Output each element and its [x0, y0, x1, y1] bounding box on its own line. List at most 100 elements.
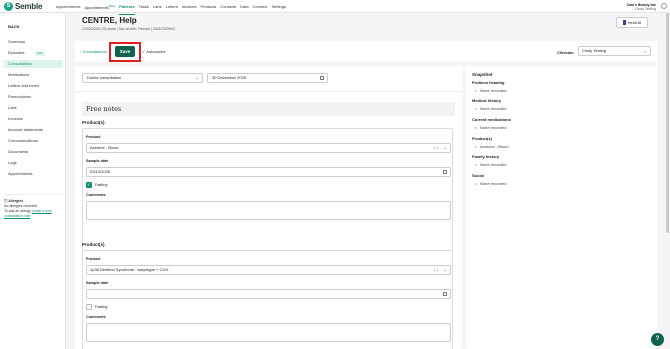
consultation-type-value: Doctor consultation	[87, 75, 122, 80]
sidebar-item-summary[interactable]: Summary	[4, 38, 63, 46]
sidebar-item-communications[interactable]: Communications	[4, 137, 63, 145]
nav-appointments[interactable]: Appointments	[56, 4, 80, 10]
snapshot-heading: Social	[472, 173, 484, 178]
fasting-checkbox-2[interactable]	[86, 304, 92, 310]
sidebar-item-logs[interactable]: Logs	[4, 159, 63, 167]
sidebar-item-labs[interactable]: Labs	[4, 104, 63, 112]
sidebar-item-letters-and-forms[interactable]: Letters and forms	[4, 82, 63, 90]
comments-textarea-2[interactable]	[86, 323, 451, 342]
product-select-2[interactable]: 1p36 Deletion Syndrome - karyotype + CGH…	[86, 265, 451, 275]
allergies-title-text: Allergies	[8, 199, 24, 203]
chevron-down-icon: ⌄	[643, 48, 647, 53]
sidebar-item-consultations[interactable]: Consultations ›	[4, 60, 63, 68]
sidebar-item-label: Documents	[8, 149, 29, 154]
nav-labs[interactable]: Labs	[153, 4, 162, 10]
back-link[interactable]: BACK	[8, 24, 20, 29]
sidebar-item-episodes[interactable]: Episodes beta	[4, 49, 63, 57]
sample-date-input-1[interactable]: 03/12/2025	[86, 167, 451, 177]
clinician-select[interactable]: Cindy Testing ⌄	[578, 46, 651, 56]
nav-contacts[interactable]: Contacts	[220, 4, 236, 10]
clinician-label: Clinician	[557, 49, 574, 55]
fasting-label: Fasting	[95, 183, 108, 187]
breadcrumb[interactable]: ‹ Consultations	[80, 49, 107, 54]
calendar-icon[interactable]	[443, 170, 447, 174]
nav-connect[interactable]: Connect	[253, 4, 268, 10]
nav-appointments-beta[interactable]: AppointmentsBeta	[84, 4, 115, 10]
products-heading: Product(s)	[82, 242, 105, 247]
chevron-right-icon: ›	[58, 61, 60, 66]
nav-settings[interactable]: Settings	[271, 4, 285, 10]
sample-date-input-2[interactable]	[86, 289, 451, 299]
snapshot-heading: Family history	[472, 154, 500, 159]
products-heading: Product(s)	[82, 120, 105, 125]
product-value-1: Acetone - Blood	[90, 145, 119, 150]
snapshot-value: None recorded	[475, 162, 507, 167]
consultation-action-bar: ‹ Consultations Save ✓ Autosaved Clinici…	[75, 41, 657, 62]
snapshot-value: None recorded	[475, 181, 507, 186]
heidi-logo-icon	[622, 20, 626, 25]
sidebar-item-label: Prescriptions	[8, 94, 32, 99]
comments-label: Comments	[86, 193, 106, 197]
snapshot-heading: Medical history	[472, 98, 502, 103]
nav-patients[interactable]: Patients	[119, 4, 135, 16]
heidi-ai-label: Heidi AI	[627, 20, 642, 25]
snapshot-heading: Problem heading	[472, 80, 505, 85]
comments-label: Comments	[86, 315, 106, 319]
sidebar-item-appointments[interactable]: Appointments	[4, 170, 63, 178]
snapshot-panel: Snapshot Problem heading None recorded M…	[466, 66, 657, 349]
product-select-1[interactable]: Acetone - Blood × | ⌄	[86, 143, 451, 153]
save-button[interactable]: Save	[115, 46, 135, 57]
sidebar-item-label: Appointments	[8, 171, 33, 176]
snapshot-value: None recorded	[475, 125, 507, 130]
sidebar-item-label: Logs	[8, 160, 17, 165]
main-nav: Appointments AppointmentsBeta Patients T…	[56, 4, 286, 16]
patient-sidebar: BACK Summary Episodes beta Consultations ›…	[0, 13, 66, 349]
sidebar-item-prescriptions[interactable]: Prescriptions	[4, 93, 63, 101]
sidebar-item-invoices[interactable]: Invoices	[4, 115, 63, 123]
snapshot-heading: Product(s)	[472, 136, 492, 141]
sidebar-item-label: Summary	[8, 39, 26, 44]
autosaved-label: Autosaved	[146, 49, 166, 54]
nav-invoices[interactable]: Invoices	[182, 4, 197, 10]
clear-icon[interactable]: × |	[434, 144, 439, 152]
fasting-label: Fasting	[95, 305, 108, 309]
logo-text: Semble	[15, 2, 43, 11]
sidebar-item-label: Episodes	[8, 50, 25, 55]
sidebar-item-documents[interactable]: Documents	[4, 148, 63, 156]
calendar-icon[interactable]	[443, 292, 447, 296]
nav-tasks[interactable]: Tasks	[139, 4, 149, 10]
consultation-panel: Doctor consultation ⌄ 30 December 2025 Fr…	[75, 66, 462, 349]
comments-textarea-1[interactable]	[86, 201, 451, 220]
clear-icon[interactable]: × |	[434, 266, 439, 274]
user-avatar-icon[interactable]	[661, 3, 667, 9]
breadcrumb-consultations: Consultations	[82, 49, 107, 54]
consultation-date-value: 30 December 2025	[212, 75, 247, 80]
sidebar-item-label: Labs	[8, 105, 17, 110]
free-notes-title: Free notes	[86, 105, 122, 113]
fasting-checkbox-1[interactable]: ✓	[86, 182, 92, 188]
semble-logo[interactable]: S Semble	[4, 2, 42, 11]
nav-data[interactable]: Data	[240, 4, 248, 10]
sidebar-item-medications[interactable]: Medications	[4, 71, 63, 79]
consultation-type-select[interactable]: Doctor consultation ⌄	[82, 73, 203, 83]
nav-products[interactable]: Products	[201, 4, 217, 10]
sidebar-item-account-statements[interactable]: Account statements	[4, 126, 63, 134]
calendar-icon[interactable]	[320, 76, 324, 80]
user-role: Cindy Testing	[635, 7, 656, 11]
nav-letters[interactable]: Letters	[166, 4, 178, 10]
snapshot-title: Snapshot	[472, 72, 493, 77]
patient-header: CENTRE, Help 23/02/2000 | 25 years | Sex…	[82, 16, 176, 31]
sidebar-item-label: Consultations	[8, 61, 33, 66]
user-menu[interactable]: Cam's Beauty bar Cindy Testing	[627, 3, 656, 12]
divider	[75, 91, 462, 92]
free-notes-header: Free notes	[82, 102, 455, 116]
help-button[interactable]: ?	[651, 333, 664, 346]
snapshot-value: None recorded	[475, 106, 507, 111]
snapshot-heading: Current medications	[472, 117, 511, 122]
consultation-date-input[interactable]: 30 December 2025	[207, 73, 328, 83]
sidebar-item-label: Medications	[8, 72, 30, 77]
sidebar-item-label: Invoices	[8, 116, 23, 121]
heidi-ai-button[interactable]: Heidi AI	[616, 17, 648, 28]
page-scrollbar[interactable]	[666, 13, 669, 233]
top-navigation-bar: S Semble Appointments AppointmentsBeta P…	[0, 0, 670, 16]
